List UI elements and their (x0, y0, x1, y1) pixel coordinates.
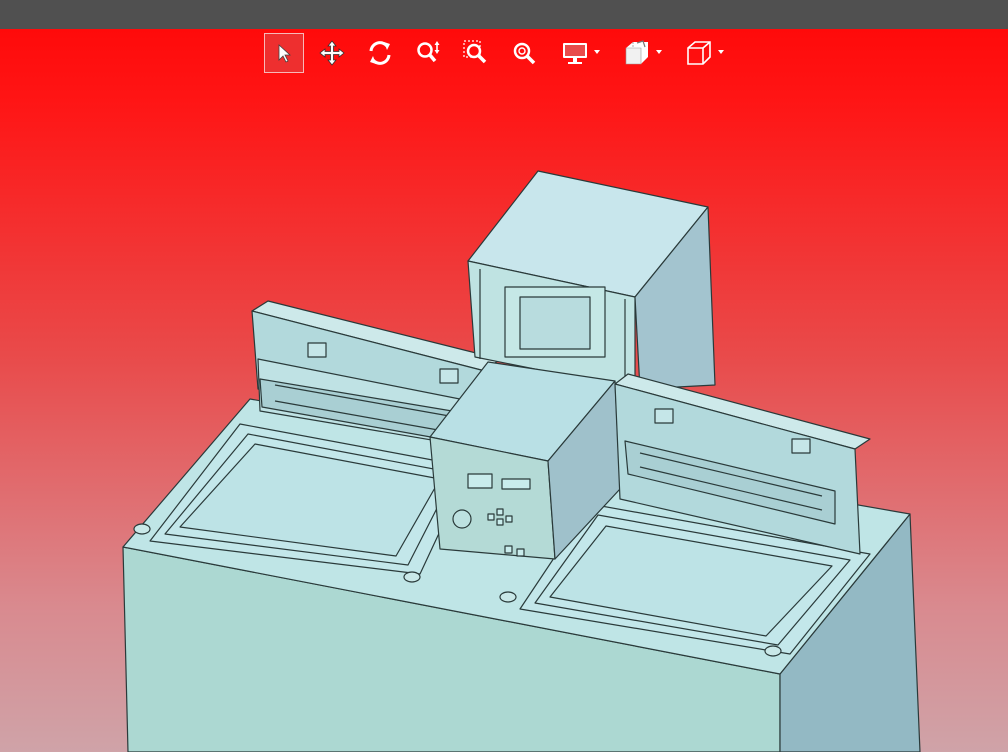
zoom-window-icon (463, 40, 487, 64)
cursor-arrow-icon (278, 44, 292, 63)
cube-view-icon (687, 41, 711, 65)
view-toolbar (264, 33, 738, 73)
pan-button[interactable] (312, 33, 352, 73)
cad-model[interactable] (0, 29, 1008, 752)
back-center-box (467, 170, 716, 390)
section-dropdown-icon[interactable] (656, 50, 662, 54)
zoom-updown-icon (417, 41, 440, 63)
monitor-icon (563, 43, 587, 64)
view-orientation-button[interactable] (676, 33, 724, 73)
display-button[interactable] (552, 33, 600, 73)
rotate-button[interactable] (360, 33, 400, 73)
rotate-icon (369, 41, 391, 65)
zoom-button[interactable] (408, 33, 448, 73)
title-bar (0, 0, 1008, 29)
display-dropdown-icon[interactable] (594, 50, 600, 54)
section-button[interactable] (614, 33, 662, 73)
move-arrows-icon (319, 40, 345, 66)
zoom-fit-icon (513, 42, 536, 65)
select-button[interactable] (264, 33, 304, 73)
view-orientation-dropdown-icon[interactable] (718, 50, 724, 54)
zoom-fit-button[interactable] (504, 33, 544, 73)
zoom-window-button[interactable] (456, 33, 496, 73)
section-cube-icon (625, 40, 648, 65)
